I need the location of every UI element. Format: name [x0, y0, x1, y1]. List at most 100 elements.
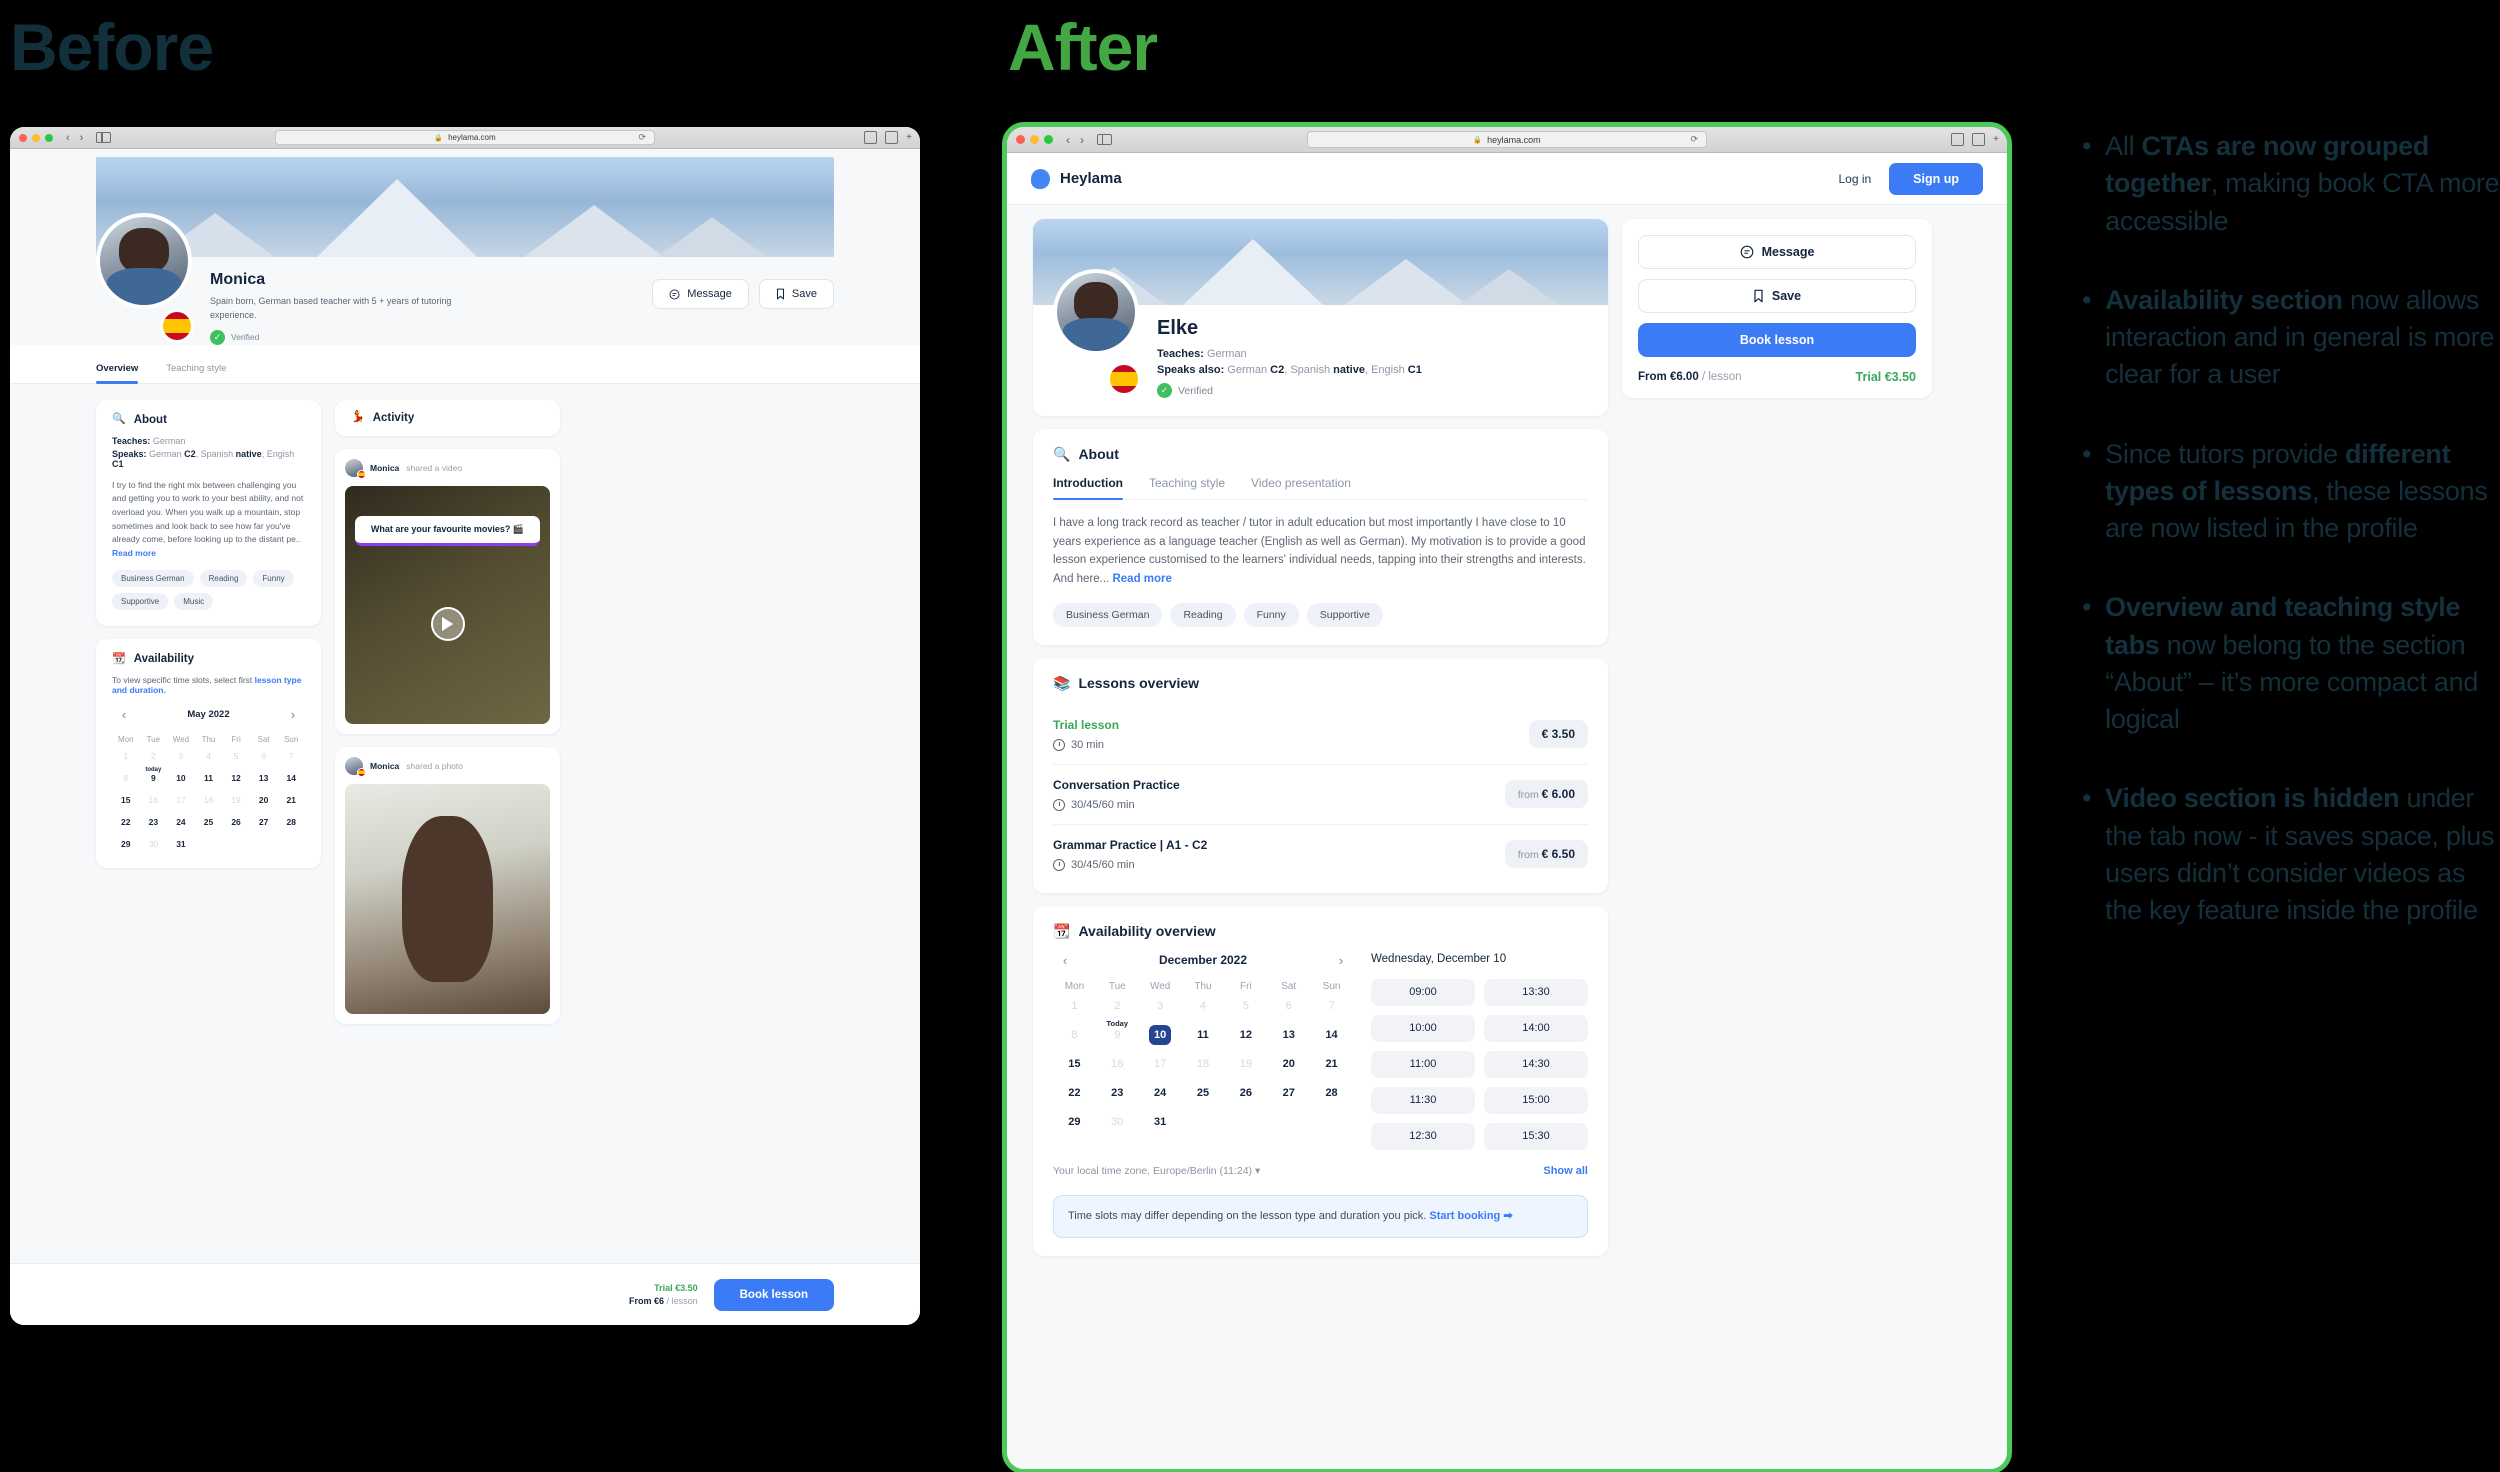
calendar-day[interactable]: 29	[112, 836, 140, 852]
calendar-day[interactable]: 25	[195, 814, 223, 830]
close-window-icon[interactable]	[19, 133, 27, 142]
play-button-icon[interactable]	[430, 606, 465, 641]
calendar-day[interactable]: 25	[1182, 1083, 1225, 1103]
calendar-day[interactable]: 28	[1310, 1083, 1353, 1103]
address-bar[interactable]: 🔒 heylama.com ⟳	[1307, 131, 1707, 148]
calendar-day[interactable]: 26	[1224, 1083, 1267, 1103]
time-slot-button[interactable]: 14:30	[1484, 1050, 1588, 1078]
maximize-window-icon[interactable]	[45, 133, 53, 142]
message-button[interactable]: Message	[1638, 235, 1916, 269]
share-icon[interactable]	[864, 131, 878, 144]
time-slot-button[interactable]: 10:00	[1371, 1014, 1475, 1042]
calendar-day[interactable]: 21	[1310, 1054, 1353, 1074]
time-slot-button[interactable]: 09:00	[1371, 978, 1475, 1006]
lesson-row[interactable]: Grammar Practice | A1 - C2 30/45/60 min fr…	[1053, 825, 1588, 875]
calendar-day[interactable]: 14	[1310, 1025, 1353, 1045]
reload-icon[interactable]: ⟳	[638, 132, 646, 143]
next-month-button[interactable]: ›	[285, 707, 301, 722]
signup-button[interactable]: Sign up	[1889, 162, 1983, 195]
calendar-day[interactable]: 15	[1053, 1054, 1096, 1074]
calendar-day[interactable]: 10	[1139, 1024, 1182, 1045]
tag-chip[interactable]: Supportive	[1306, 602, 1383, 627]
calendar-day[interactable]: 24	[1139, 1083, 1182, 1103]
time-slot-button[interactable]: 15:30	[1484, 1122, 1588, 1150]
maximize-window-icon[interactable]	[1044, 135, 1053, 144]
prev-month-button[interactable]: ‹	[1057, 953, 1073, 968]
calendar-day[interactable]: 22	[112, 814, 140, 830]
calendar-day[interactable]: 29	[1053, 1112, 1096, 1132]
calendar-day[interactable]: 23	[1096, 1083, 1139, 1103]
tab-teaching-style[interactable]: Teaching style	[166, 363, 226, 383]
show-all-link[interactable]: Show all	[1543, 1165, 1588, 1177]
calendar-day[interactable]: 10	[167, 770, 195, 786]
calendar-day[interactable]: 11	[195, 770, 223, 786]
calendar-day[interactable]: 14	[277, 770, 305, 786]
tab-introduction[interactable]: Introduction	[1053, 476, 1123, 500]
brand-logo[interactable]: Heylama	[1031, 168, 1122, 189]
tag-chip[interactable]: Supportive	[112, 593, 169, 611]
forward-icon[interactable]: ›	[80, 132, 84, 144]
photo-thumbnail[interactable]	[345, 783, 550, 1014]
tag-chip[interactable]: Business German	[112, 570, 194, 588]
tag-chip[interactable]: Reading	[1170, 602, 1236, 627]
new-tab-icon[interactable]: +	[1993, 134, 1999, 145]
window-traffic-lights[interactable]	[19, 133, 53, 142]
calendar-day[interactable]: 31	[1139, 1112, 1182, 1132]
book-lesson-button[interactable]: Book lesson	[1638, 323, 1916, 357]
read-more-link[interactable]: Read more	[1112, 573, 1171, 585]
read-more-link[interactable]: Read more	[112, 548, 156, 558]
login-link[interactable]: Log in	[1838, 172, 1871, 186]
tab-video-presentation[interactable]: Video presentation	[1251, 476, 1351, 499]
forward-icon[interactable]: ›	[1080, 133, 1084, 147]
tag-chip[interactable]: Music	[174, 593, 214, 611]
book-lesson-button[interactable]: Book lesson	[713, 1278, 834, 1311]
calendar-day[interactable]: 27	[250, 814, 278, 830]
timezone-selector[interactable]: Your local time zone, Europe/Berlin (11:…	[1053, 1165, 1260, 1177]
time-slot-button[interactable]: 14:00	[1484, 1014, 1588, 1042]
address-bar[interactable]: 🔒 heylama.com ⟳	[275, 130, 655, 145]
tabs-icon[interactable]	[885, 131, 899, 144]
calendar-day[interactable]: 12	[222, 770, 250, 786]
time-slot-button[interactable]: 11:00	[1371, 1050, 1475, 1078]
calendar-day[interactable]: 20	[1267, 1054, 1310, 1074]
next-month-button[interactable]: ›	[1333, 953, 1349, 968]
tag-chip[interactable]: Reading	[199, 570, 248, 588]
calendar-day[interactable]: 24	[167, 814, 195, 830]
calendar-day[interactable]: 13	[1267, 1025, 1310, 1045]
message-button[interactable]: Message	[652, 279, 749, 309]
calendar-day[interactable]: 27	[1267, 1083, 1310, 1103]
calendar-day[interactable]: 15	[112, 792, 140, 808]
minimize-window-icon[interactable]	[32, 133, 40, 142]
calendar-day[interactable]: 26	[222, 814, 250, 830]
calendar-day[interactable]: 20	[250, 792, 278, 808]
time-slot-button[interactable]: 13:30	[1484, 978, 1588, 1006]
save-button[interactable]: Save	[1638, 279, 1916, 313]
sidebar-toggle-icon[interactable]	[96, 132, 112, 143]
time-slot-button[interactable]: 15:00	[1484, 1086, 1588, 1114]
prev-month-button[interactable]: ‹	[116, 707, 132, 722]
sidebar-toggle-icon[interactable]	[1097, 134, 1112, 145]
video-thumbnail[interactable]: What are your favourite movies? 🎬	[345, 485, 550, 724]
calendar-day[interactable]: 12	[1224, 1025, 1267, 1045]
calendar-day[interactable]: today 9	[140, 767, 168, 786]
close-window-icon[interactable]	[1016, 135, 1025, 144]
time-slot-button[interactable]: 12:30	[1371, 1122, 1475, 1150]
calendar-day[interactable]: 21	[277, 792, 305, 808]
save-button[interactable]: Save	[758, 279, 834, 309]
calendar-day[interactable]: 13	[250, 770, 278, 786]
calendar-day[interactable]: 22	[1053, 1083, 1096, 1103]
tag-chip[interactable]: Funny	[253, 570, 294, 588]
back-icon[interactable]: ‹	[1066, 133, 1070, 147]
tag-chip[interactable]: Funny	[1243, 602, 1299, 627]
tab-overview[interactable]: Overview	[96, 363, 139, 384]
lesson-row[interactable]: Conversation Practice 30/45/60 min from € …	[1053, 765, 1588, 825]
back-icon[interactable]: ‹	[66, 132, 70, 144]
share-icon[interactable]	[1951, 133, 1965, 146]
calendar-day[interactable]: 11	[1182, 1025, 1225, 1045]
window-traffic-lights[interactable]	[1016, 135, 1053, 144]
tabs-icon[interactable]	[1972, 133, 1986, 146]
calendar-day[interactable]: 31	[167, 836, 195, 852]
start-booking-link[interactable]: Start booking ➡	[1429, 1210, 1512, 1222]
calendar-day[interactable]: 28	[277, 814, 305, 830]
new-tab-icon[interactable]: +	[906, 132, 912, 143]
